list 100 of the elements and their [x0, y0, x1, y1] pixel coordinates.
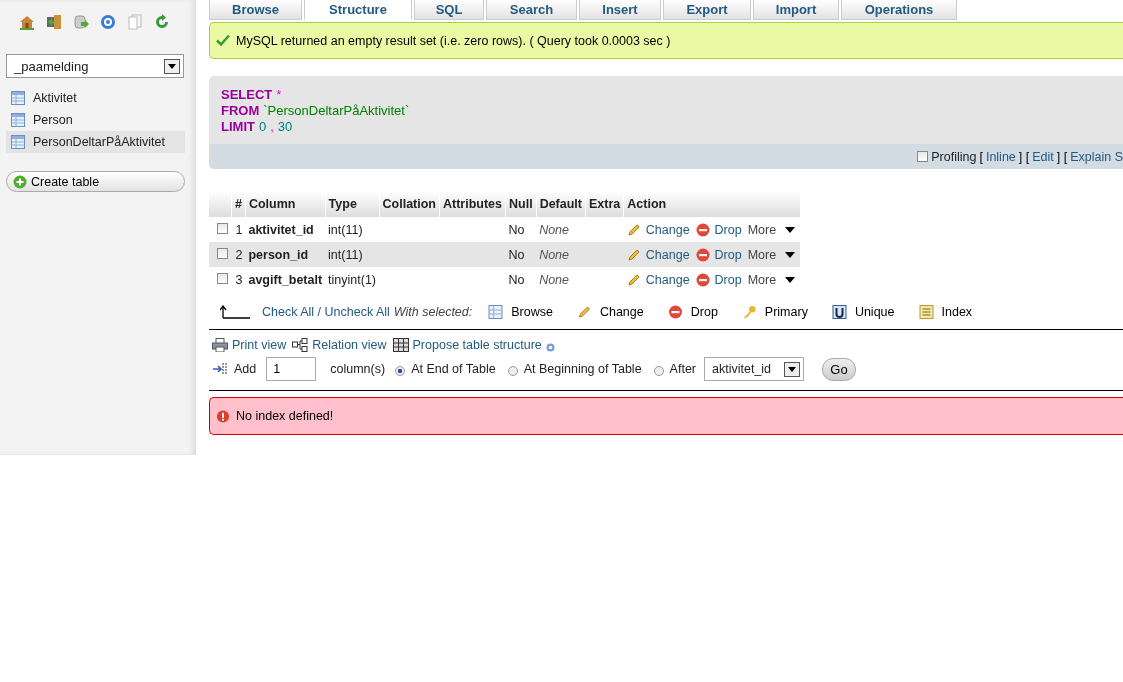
column-header: Action [623, 191, 801, 217]
home-icon[interactable] [19, 14, 35, 30]
bulk-action-button[interactable]: Drop [667, 305, 718, 319]
table-cell: None [536, 217, 586, 242]
go-button[interactable]: Go [822, 357, 856, 381]
column-header: Null [505, 191, 537, 217]
tab[interactable]: Export [663, 0, 751, 20]
relation-icon [292, 338, 309, 352]
row-checkbox[interactable] [217, 272, 228, 284]
change-link[interactable]: Change [626, 272, 690, 287]
column-header: Column [245, 191, 326, 217]
table-cell: None [536, 242, 586, 267]
bulk-action-button[interactable]: Index [918, 305, 973, 319]
sql-link[interactable]: Inline [985, 149, 1016, 164]
sql-symbol: * [276, 87, 282, 103]
pencil-icon [626, 272, 641, 287]
table-list-item[interactable]: PersonDeltarPåAktivitet [6, 131, 185, 153]
table-cell: None [536, 267, 586, 292]
tab[interactable]: Operations [841, 0, 957, 20]
position-radio[interactable] [395, 366, 406, 376]
bracket-text: ] [ [1018, 149, 1030, 164]
position-radio[interactable] [653, 366, 664, 376]
position-label: At End of Table [411, 362, 496, 376]
table-cell: aktivitet_id [245, 217, 326, 242]
help-icon[interactable] [100, 14, 116, 30]
bracket-text: ] [ [1056, 149, 1068, 164]
column-count-field[interactable]: 1 [266, 357, 317, 381]
position-label: After [669, 362, 696, 376]
sql-number: 0 [258, 119, 267, 135]
table-cell: No [505, 267, 537, 292]
sql-keyword: SELECT [221, 87, 273, 103]
with-selected-label: With selected: [393, 305, 473, 319]
add-column-icon [212, 362, 228, 376]
check-icon [216, 34, 230, 47]
bulk-action-button[interactable]: Browse [488, 305, 553, 319]
caret-icon [785, 251, 796, 258]
table-cell: No [505, 217, 537, 242]
tab[interactable]: Browse [209, 0, 302, 20]
tab[interactable]: Insert [579, 0, 661, 20]
printer-icon [212, 338, 228, 352]
view-link[interactable]: Print view [212, 338, 287, 352]
minus-circle-icon [695, 247, 710, 262]
unique-icon [831, 305, 847, 319]
view-link[interactable]: Relation view [292, 338, 387, 352]
column-header: Default [536, 191, 586, 217]
tab[interactable]: SQL [414, 0, 484, 20]
change-link[interactable]: Change [626, 222, 690, 237]
sql-identifier: `PersonDeltarPåAktivitet` [263, 103, 410, 119]
bulk-action-button[interactable]: Unique [831, 305, 895, 319]
table-list-item[interactable]: Person [6, 109, 185, 131]
check-all-link[interactable]: Check All / Uncheck All [262, 305, 390, 319]
table-cell: 3 [231, 267, 246, 292]
more-menu[interactable]: More [747, 272, 796, 287]
sql-link[interactable]: Explain S [1070, 149, 1123, 164]
dropdown-caret-icon [168, 63, 176, 69]
door-icon[interactable] [46, 14, 62, 30]
key-icon [741, 305, 757, 319]
column-header: Attributes [439, 191, 506, 217]
more-menu[interactable]: More [747, 247, 796, 262]
table-icon [11, 135, 25, 149]
table-cell: avgift_betalt [245, 267, 326, 292]
minus-circle-icon [667, 305, 683, 319]
success-text: MySQL returned an empty result set (i.e. zero rows). ( Query took 0.0003 sec ) [236, 33, 671, 48]
position-label: At Beginning of Table [523, 362, 642, 376]
profiling-checkbox[interactable] [917, 151, 929, 162]
sql-link[interactable]: Edit [1032, 149, 1054, 164]
pencil-icon [626, 247, 641, 262]
help-icon[interactable] [545, 343, 555, 352]
position-radio[interactable] [507, 366, 518, 376]
drop-link[interactable]: Drop [695, 247, 742, 262]
tab[interactable]: Structure [304, 0, 412, 20]
table-structure-icon [392, 338, 409, 352]
database-select[interactable]: _paamelding [6, 54, 184, 78]
more-menu[interactable]: More [747, 222, 796, 237]
reload-icon[interactable] [154, 14, 170, 30]
sql-number: 30 [277, 119, 293, 135]
bulk-action-button[interactable]: Change [576, 305, 644, 319]
create-table-button[interactable]: Create table [6, 171, 185, 192]
table-list-item[interactable]: Aktivitet [6, 87, 185, 109]
minus-circle-icon [695, 272, 710, 287]
tab[interactable]: Search [486, 0, 577, 20]
drop-link[interactable]: Drop [695, 222, 742, 237]
table-icon [488, 305, 504, 319]
table-cell: int(11) [325, 242, 380, 267]
view-link[interactable]: Propose table structure [392, 338, 542, 352]
tab[interactable]: Import [753, 0, 839, 20]
bracket-text: [ [979, 149, 983, 164]
index-icon [918, 305, 934, 319]
after-column-select[interactable]: aktivitet_id [704, 357, 804, 381]
drop-link[interactable]: Drop [695, 272, 742, 287]
change-link[interactable]: Change [626, 247, 690, 262]
row-checkbox[interactable] [217, 222, 228, 234]
table-cell: int(11) [325, 217, 380, 242]
sql-symbol: , [270, 119, 274, 135]
caret-icon [785, 226, 796, 233]
sql-keyword: LIMIT [221, 119, 255, 135]
row-checkbox[interactable] [217, 247, 228, 259]
pencil-icon [626, 222, 641, 237]
bulk-action-button[interactable]: Primary [741, 305, 808, 319]
error-text: No index defined! [236, 409, 334, 423]
